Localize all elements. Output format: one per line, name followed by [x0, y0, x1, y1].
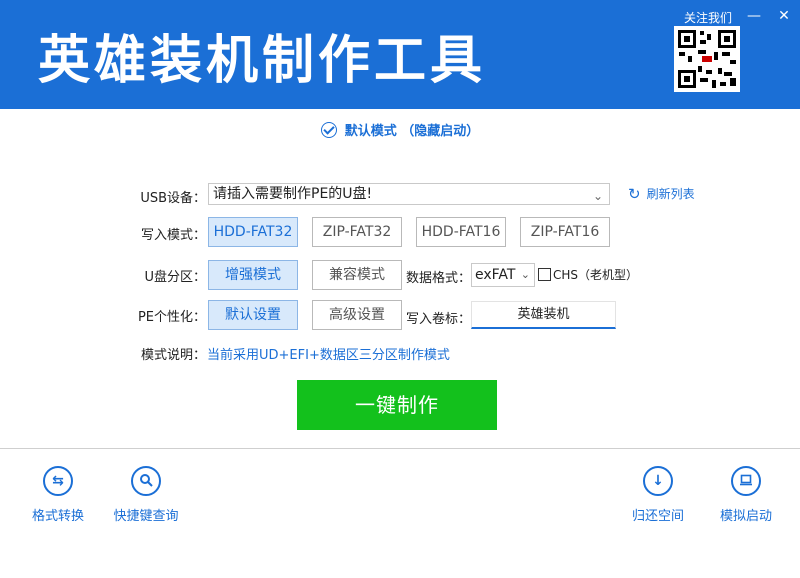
simulate-boot-label: 模拟启动 [719, 509, 772, 524]
data-format-value: exFAT [475, 267, 516, 283]
chs-checkbox[interactable]: CHS（老机型） [538, 266, 638, 283]
restore-space-tool[interactable]: ↓ 归还空间 [613, 466, 703, 524]
download-arrow-icon: ↓ [643, 466, 673, 496]
data-format-select[interactable]: exFAT ⌄ [471, 263, 535, 287]
header-bar: 英雄装机制作工具 关注我们 — ✕ [0, 0, 800, 109]
search-icon [131, 466, 161, 496]
data-format-label: 数据格式： [406, 271, 472, 286]
simulate-boot-tool[interactable]: 模拟启动 [701, 466, 791, 524]
partition-label: U盘分区： [144, 270, 206, 285]
usb-device-select[interactable]: 请插入需要制作PE的U盘! ⌄ [208, 183, 610, 205]
format-convert-tool[interactable]: ⇆ 格式转换 [13, 466, 103, 524]
partition-option-enhanced[interactable]: 增强模式 [208, 260, 298, 290]
divider [0, 448, 800, 449]
follow-us-link[interactable]: 关注我们 [684, 9, 732, 26]
laptop-icon [731, 466, 761, 496]
mode-text: 默认模式 （隐藏启动） [344, 124, 480, 139]
app-title: 英雄装机制作工具 [38, 31, 487, 91]
refresh-label: 刷新列表 [646, 187, 695, 201]
swap-arrows-icon: ⇆ [43, 466, 73, 496]
pe-option-default[interactable]: 默认设置 [208, 300, 298, 330]
partition-option-compatible[interactable]: 兼容模式 [312, 260, 402, 290]
volume-label-label: 写入卷标： [406, 312, 472, 327]
write-mode-option-zip-fat32[interactable]: ZIP-FAT32 [312, 217, 402, 247]
minimize-icon[interactable]: — [744, 6, 764, 26]
restore-space-label: 归还空间 [631, 509, 684, 524]
write-mode-option-zip-fat16[interactable]: ZIP-FAT16 [520, 217, 610, 247]
refresh-list-button[interactable]: ↻ 刷新列表 [628, 185, 695, 203]
checkbox-icon [538, 268, 551, 281]
write-mode-option-hdd-fat32[interactable]: HDD-FAT32 [208, 217, 298, 247]
mode-description-label: 模式说明： [140, 348, 206, 363]
mode-indicator[interactable]: 默认模式 （隐藏启动） [0, 120, 800, 139]
qr-code-image [674, 26, 740, 92]
pe-personalize-label: PE个性化： [137, 310, 206, 325]
format-convert-label: 格式转换 [31, 509, 84, 524]
volume-label-input[interactable]: 英雄装机 [471, 301, 616, 329]
chevron-down-icon: ⌄ [520, 268, 530, 281]
mode-description-value: 当前采用UD+EFI+数据区三分区制作模式 [207, 348, 450, 363]
shortcut-query-tool[interactable]: 快捷键查询 [101, 466, 191, 524]
one-click-make-button[interactable]: 一键制作 [297, 380, 497, 430]
close-icon[interactable]: ✕ [774, 6, 794, 26]
usb-device-value: 请插入需要制作PE的U盘! [213, 186, 373, 202]
write-mode-option-hdd-fat16[interactable]: HDD-FAT16 [416, 217, 506, 247]
pe-option-advanced[interactable]: 高级设置 [312, 300, 402, 330]
usb-device-label: USB设备： [140, 191, 206, 206]
chs-label: CHS（老机型） [553, 268, 639, 282]
check-circle-icon [320, 122, 337, 138]
write-mode-label: 写入模式： [140, 228, 206, 243]
refresh-icon: ↻ [628, 185, 641, 203]
chevron-down-icon: ⌄ [592, 189, 603, 203]
shortcut-query-label: 快捷键查询 [113, 509, 179, 524]
